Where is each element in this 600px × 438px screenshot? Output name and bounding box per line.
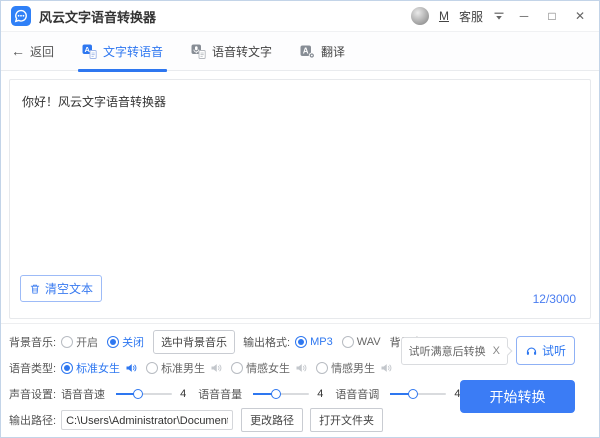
slider-handle[interactable] xyxy=(271,389,281,399)
output-path-input[interactable] xyxy=(61,410,233,430)
app-window: 风云文字语音转换器 M 客服 ─ □ ✕ ← 返回 xyxy=(0,0,600,438)
output-format-label: 输出格式: xyxy=(243,334,290,350)
app-title: 风云文字语音转换器 xyxy=(39,7,156,26)
speech-volume-group: 语音音量 4 xyxy=(198,386,323,402)
output-path-label: 输出路径: xyxy=(9,412,56,428)
radio-bg-music-off[interactable]: 关闭 xyxy=(107,334,144,350)
radio-icon xyxy=(342,336,354,348)
radio-label: MP3 xyxy=(310,336,333,348)
radio-format-wav[interactable]: WAV xyxy=(342,336,381,348)
radio-label: 标准男生 xyxy=(161,360,205,376)
back-label: 返回 xyxy=(30,43,54,60)
text-to-speech-icon: A xyxy=(82,44,97,59)
tab-text-to-speech[interactable]: A 文字转语音 xyxy=(78,32,167,71)
speaker-icon[interactable] xyxy=(295,362,307,374)
radio-icon xyxy=(61,336,73,348)
slider-handle[interactable] xyxy=(133,389,143,399)
tab-label: 文字转语音 xyxy=(103,43,163,60)
user-avatar[interactable] xyxy=(411,7,429,25)
text-editor-area[interactable]: 你好！风云文字语音转换器 清空文本 12/3000 xyxy=(9,79,591,319)
char-counter: 12/3000 xyxy=(533,292,576,306)
speaker-icon[interactable] xyxy=(210,362,222,374)
titlebar: 风云文字语音转换器 M 客服 ─ □ ✕ xyxy=(1,1,599,32)
radio-label: 情感女生 xyxy=(246,360,290,376)
radio-bg-music-on[interactable]: 开启 xyxy=(61,334,98,350)
slider-handle[interactable] xyxy=(408,389,418,399)
preview-button-label: 试听 xyxy=(542,342,566,359)
speech-volume-label: 语音音量 xyxy=(198,386,242,402)
speech-speed-label: 语音音速 xyxy=(61,386,105,402)
customer-service-link[interactable]: 客服 xyxy=(459,8,483,25)
radio-voice-emotional-female[interactable]: 情感女生 xyxy=(231,360,307,376)
preview-button[interactable]: 试听 xyxy=(516,336,575,365)
sound-settings-label: 声音设置: xyxy=(9,386,56,402)
back-arrow-icon: ← xyxy=(11,43,25,59)
svg-text:A: A xyxy=(303,46,309,55)
headphones-icon xyxy=(525,344,538,357)
radio-icon xyxy=(146,362,158,374)
speech-speed-slider[interactable] xyxy=(116,393,172,395)
tab-bar: ← 返回 A 文字转语音 xyxy=(1,32,599,71)
theme-menu-icon[interactable] xyxy=(493,11,505,21)
radio-label: 开启 xyxy=(76,334,98,350)
speaker-icon[interactable] xyxy=(125,362,137,374)
tab-label: 语音转文字 xyxy=(212,43,272,60)
maximize-button[interactable]: □ xyxy=(543,10,561,22)
tooltip-text: 试听满意后转换 xyxy=(409,343,486,359)
tab-label: 翻译 xyxy=(321,43,345,60)
radio-format-mp3[interactable]: MP3 xyxy=(295,336,333,348)
radio-icon xyxy=(107,336,119,348)
radio-icon xyxy=(316,362,328,374)
translate-icon: A xyxy=(300,44,315,59)
voice-type-label: 语音类型: xyxy=(9,360,56,376)
radio-icon xyxy=(231,362,243,374)
radio-icon xyxy=(295,336,307,348)
trash-icon xyxy=(29,283,41,295)
tab-speech-to-text[interactable]: 语音转文字 xyxy=(187,32,276,71)
open-folder-button[interactable]: 打开文件夹 xyxy=(310,408,383,432)
speech-volume-value: 4 xyxy=(317,388,323,400)
speech-speed-value: 4 xyxy=(180,388,186,400)
speech-speed-group: 语音音速 4 xyxy=(61,386,186,402)
preview-tooltip: 试听满意后转换 X xyxy=(401,337,508,365)
tooltip-close-icon[interactable]: X xyxy=(493,345,500,357)
app-logo-icon xyxy=(11,6,31,26)
preview-area: 试听满意后转换 X 试听 xyxy=(401,336,575,365)
radio-label: 标准女生 xyxy=(76,360,120,376)
radio-label: 关闭 xyxy=(122,334,144,350)
tab-translate[interactable]: A 翻译 xyxy=(296,32,349,71)
minimize-button[interactable]: ─ xyxy=(515,10,533,22)
titlebar-right: M 客服 ─ □ ✕ xyxy=(411,7,589,25)
clear-text-button[interactable]: 清空文本 xyxy=(20,275,102,302)
radio-voice-standard-female[interactable]: 标准女生 xyxy=(61,360,137,376)
speech-volume-slider[interactable] xyxy=(253,393,309,395)
editor-content[interactable]: 你好！风云文字语音转换器 xyxy=(10,80,590,123)
radio-icon xyxy=(61,362,73,374)
speaker-icon[interactable] xyxy=(380,362,392,374)
radio-voice-emotional-male[interactable]: 情感男生 xyxy=(316,360,392,376)
radio-voice-standard-male[interactable]: 标准男生 xyxy=(146,360,222,376)
start-convert-button[interactable]: 开始转换 xyxy=(460,380,575,413)
user-initial-link[interactable]: M xyxy=(439,9,449,23)
speech-pitch-group: 语音音调 4 xyxy=(335,386,460,402)
radio-label: 情感男生 xyxy=(331,360,375,376)
back-button[interactable]: ← 返回 xyxy=(11,43,54,60)
speech-to-text-icon xyxy=(191,44,206,59)
clear-text-label: 清空文本 xyxy=(45,280,93,297)
settings-panel: 背景音乐: 开启 关闭 选中背景音乐 输出格式: MP3 WAV 背景音量 xyxy=(1,323,599,437)
bg-music-label: 背景音乐: xyxy=(9,334,56,350)
speech-pitch-label: 语音音调 xyxy=(335,386,379,402)
select-bg-music-button[interactable]: 选中背景音乐 xyxy=(153,330,235,354)
speech-pitch-slider[interactable] xyxy=(390,393,446,395)
radio-label: WAV xyxy=(357,336,381,348)
close-button[interactable]: ✕ xyxy=(571,10,589,22)
change-path-button[interactable]: 更改路径 xyxy=(241,408,303,432)
